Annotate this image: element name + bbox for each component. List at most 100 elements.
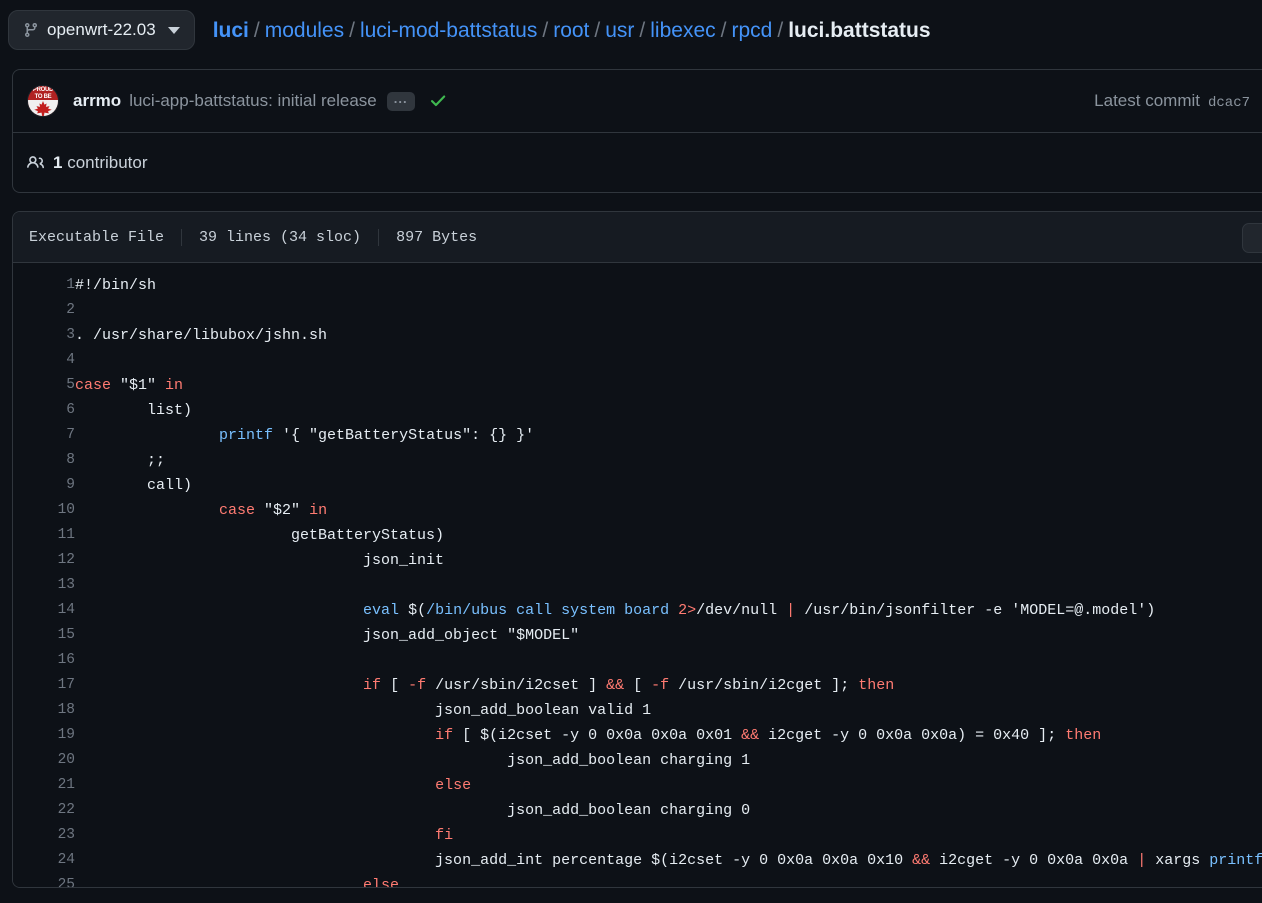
line-content[interactable]: else bbox=[75, 873, 1262, 887]
code-line: 23 fi bbox=[13, 823, 1262, 848]
line-number[interactable]: 10 bbox=[13, 498, 75, 523]
code-line: 5case "$1" in bbox=[13, 373, 1262, 398]
code-token: printf bbox=[1209, 852, 1262, 869]
code-token: /bin/ubus call system board bbox=[426, 602, 669, 619]
avatar-banner: PROUD TO BE bbox=[28, 86, 58, 100]
line-number[interactable]: 12 bbox=[13, 548, 75, 573]
line-content[interactable]: case "$2" in bbox=[75, 498, 1262, 523]
code-line: 18 json_add_boolean valid 1 bbox=[13, 698, 1262, 723]
line-content[interactable]: if [ $(i2cset -y 0 0x0a 0x0a 0x01 && i2c… bbox=[75, 723, 1262, 748]
line-content[interactable]: ;; bbox=[75, 448, 1262, 473]
line-content[interactable]: json_init bbox=[75, 548, 1262, 573]
code-token bbox=[669, 602, 678, 619]
breadcrumb-item-root[interactable]: root bbox=[553, 20, 589, 41]
line-number[interactable]: 7 bbox=[13, 423, 75, 448]
line-number[interactable]: 2 bbox=[13, 298, 75, 323]
breadcrumb-item-luci-mod-battstatus[interactable]: luci-mod-battstatus bbox=[360, 20, 537, 41]
expand-commit-message-button[interactable]: ... bbox=[387, 92, 415, 111]
line-content[interactable] bbox=[75, 348, 1262, 373]
code-content[interactable]: 1#!/bin/sh2 3. /usr/share/libubox/jshn.s… bbox=[13, 263, 1262, 887]
line-content[interactable]: list) bbox=[75, 398, 1262, 423]
line-number[interactable]: 15 bbox=[13, 623, 75, 648]
line-content[interactable]: fi bbox=[75, 823, 1262, 848]
breadcrumb-separator: / bbox=[716, 20, 732, 41]
file-actions-button[interactable] bbox=[1242, 223, 1262, 253]
line-number[interactable]: 8 bbox=[13, 448, 75, 473]
line-number[interactable]: 13 bbox=[13, 573, 75, 598]
code-token: then bbox=[858, 677, 894, 694]
avatar[interactable]: PROUD TO BE bbox=[27, 85, 59, 117]
line-number[interactable]: 18 bbox=[13, 698, 75, 723]
breadcrumb-item-rpcd[interactable]: rpcd bbox=[731, 20, 772, 41]
code-token: getBatteryStatus) bbox=[75, 527, 444, 544]
code-token: "$2" bbox=[255, 502, 309, 519]
check-icon[interactable] bbox=[429, 92, 447, 110]
code-token: fi bbox=[435, 827, 453, 844]
code-line: 24 json_add_int percentage $(i2cset -y 0… bbox=[13, 848, 1262, 873]
commit-sha-link[interactable]: dcac7 bbox=[1208, 95, 1250, 111]
breadcrumb-separator: / bbox=[537, 20, 553, 41]
line-number[interactable]: 21 bbox=[13, 773, 75, 798]
line-content[interactable]: eval $(/bin/ubus call system board 2>/de… bbox=[75, 598, 1262, 623]
line-content[interactable] bbox=[75, 573, 1262, 598]
line-content[interactable]: json_add_boolean charging 1 bbox=[75, 748, 1262, 773]
code-token: json_init bbox=[75, 552, 444, 569]
line-number[interactable]: 16 bbox=[13, 648, 75, 673]
line-content[interactable]: else bbox=[75, 773, 1262, 798]
line-number[interactable]: 24 bbox=[13, 848, 75, 873]
line-number[interactable]: 17 bbox=[13, 673, 75, 698]
code-token: json_add_boolean charging 0 bbox=[75, 802, 750, 819]
line-content[interactable]: getBatteryStatus) bbox=[75, 523, 1262, 548]
contributor-count: 1 bbox=[53, 153, 62, 172]
breadcrumb-item-usr[interactable]: usr bbox=[605, 20, 634, 41]
line-number[interactable]: 25 bbox=[13, 873, 75, 887]
line-number[interactable]: 9 bbox=[13, 473, 75, 498]
line-number[interactable]: 22 bbox=[13, 798, 75, 823]
commit-author-link[interactable]: arrmo bbox=[73, 91, 121, 111]
line-content[interactable]: json_add_int percentage $(i2cset -y 0 0x… bbox=[75, 848, 1262, 873]
line-content[interactable]: printf '{ "getBatteryStatus": {} }' bbox=[75, 423, 1262, 448]
latest-commit-info: Latest commit dcac7 bbox=[1094, 91, 1250, 111]
chevron-down-icon bbox=[168, 27, 180, 34]
code-token: xargs bbox=[1146, 852, 1209, 869]
line-content[interactable]: . /usr/share/libubox/jshn.sh bbox=[75, 323, 1262, 348]
code-token: /usr/sbin/i2cget ]; bbox=[669, 677, 858, 694]
file-type-label: Executable File bbox=[29, 229, 164, 246]
line-content[interactable]: json_add_boolean valid 1 bbox=[75, 698, 1262, 723]
line-content[interactable] bbox=[75, 298, 1262, 323]
line-number[interactable]: 14 bbox=[13, 598, 75, 623]
line-content[interactable]: json_add_boolean charging 0 bbox=[75, 798, 1262, 823]
line-content[interactable] bbox=[75, 648, 1262, 673]
line-number[interactable]: 3 bbox=[13, 323, 75, 348]
line-content[interactable]: if [ -f /usr/sbin/i2cset ] && [ -f /usr/… bbox=[75, 673, 1262, 698]
code-token bbox=[75, 677, 363, 694]
line-content[interactable]: case "$1" in bbox=[75, 373, 1262, 398]
code-line: 8 ;; bbox=[13, 448, 1262, 473]
commit-message-link[interactable]: luci-app-battstatus: initial release bbox=[129, 91, 377, 111]
line-number[interactable]: 20 bbox=[13, 748, 75, 773]
breadcrumb-item-libexec[interactable]: libexec bbox=[650, 20, 715, 41]
breadcrumb-item-modules[interactable]: modules bbox=[265, 20, 344, 41]
code-line: 11 getBatteryStatus) bbox=[13, 523, 1262, 548]
code-line: 6 list) bbox=[13, 398, 1262, 423]
line-content[interactable]: #!/bin/sh bbox=[75, 273, 1262, 298]
branch-selector-button[interactable]: openwrt-22.03 bbox=[8, 10, 195, 50]
maple-leaf-icon bbox=[34, 101, 52, 117]
code-token: in bbox=[165, 377, 183, 394]
line-number[interactable]: 6 bbox=[13, 398, 75, 423]
line-number[interactable]: 23 bbox=[13, 823, 75, 848]
line-number[interactable]: 5 bbox=[13, 373, 75, 398]
line-number[interactable]: 11 bbox=[13, 523, 75, 548]
line-number[interactable]: 4 bbox=[13, 348, 75, 373]
code-token: i2cget -y 0 0x0a 0x0a bbox=[930, 852, 1137, 869]
code-token: [ bbox=[381, 677, 408, 694]
line-content[interactable]: call) bbox=[75, 473, 1262, 498]
line-content[interactable]: json_add_object "$MODEL" bbox=[75, 623, 1262, 648]
breadcrumb-item-luci[interactable]: luci bbox=[213, 20, 249, 41]
line-number[interactable]: 1 bbox=[13, 273, 75, 298]
contributors-row[interactable]: 1 contributor bbox=[13, 132, 1262, 192]
code-token: else bbox=[435, 777, 471, 794]
line-number[interactable]: 19 bbox=[13, 723, 75, 748]
code-line: 19 if [ $(i2cset -y 0 0x0a 0x0a 0x01 && … bbox=[13, 723, 1262, 748]
code-token: . /usr/share/libubox/jshn.sh bbox=[75, 327, 327, 344]
